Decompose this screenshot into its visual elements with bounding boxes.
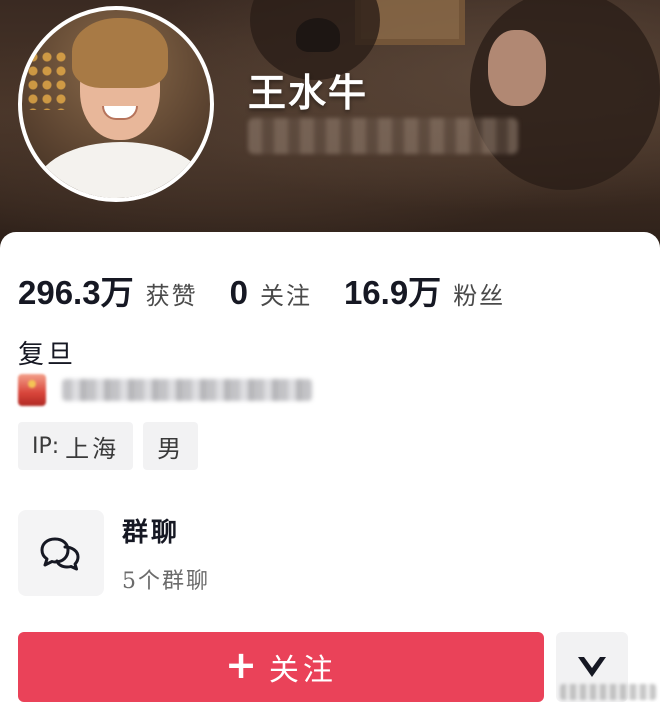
group-chat-title: 群聊 — [122, 517, 181, 548]
ip-prefix: IP: — [32, 433, 60, 459]
banner-face-shape — [488, 30, 546, 106]
contact-row — [18, 370, 312, 410]
watermark — [560, 684, 656, 700]
gender-label: 男 — [157, 434, 185, 463]
stat-likes[interactable]: 296.3万 获赞 — [18, 266, 198, 314]
blurred-user-id — [248, 118, 518, 154]
profile-stats: 296.3万 获赞 0 关注 16.9万 粉丝 — [18, 266, 537, 311]
stat-following[interactable]: 0 关注 — [230, 274, 312, 312]
avatar-shirt — [36, 142, 206, 198]
avatar-background-lights — [26, 50, 66, 110]
bio-school: 复旦 — [18, 340, 77, 370]
banner-cap-shape — [296, 18, 340, 52]
stat-following-label: 关注 — [259, 282, 312, 310]
follow-button-label: 关注 — [268, 653, 337, 688]
stat-likes-label: 获赞 — [145, 282, 198, 310]
stat-following-value: 0 — [229, 274, 248, 311]
stat-likes-value: 296.3万 — [18, 274, 134, 311]
stat-followers-label: 粉丝 — [453, 282, 506, 310]
profile-username: 王水牛 — [248, 70, 369, 115]
group-chat-entry[interactable]: 群聊 5个群聊 — [18, 510, 210, 596]
chevron-down-icon — [578, 657, 606, 677]
blurred-email — [62, 379, 312, 401]
profile-tags: IP: 上海 男 — [18, 422, 208, 470]
chat-bubbles-icon — [40, 537, 80, 571]
plus-icon: + — [225, 643, 257, 687]
stat-followers[interactable]: 16.9万 粉丝 — [344, 266, 505, 314]
group-chat-count: 5个群聊 — [122, 568, 210, 594]
stat-followers-value: 16.9万 — [343, 274, 442, 311]
follow-button[interactable]: + 关注 — [18, 632, 544, 702]
contact-badge-icon — [18, 374, 46, 406]
group-chat-text: 群聊 5个群聊 — [122, 512, 210, 595]
avatar-hair — [72, 18, 168, 88]
avatar[interactable] — [18, 6, 214, 202]
ip-location-tag: IP: 上海 — [18, 422, 134, 470]
ip-location: 上海 — [65, 434, 120, 463]
gender-tag: 男 — [143, 422, 199, 470]
group-chat-icon-box — [18, 510, 104, 596]
